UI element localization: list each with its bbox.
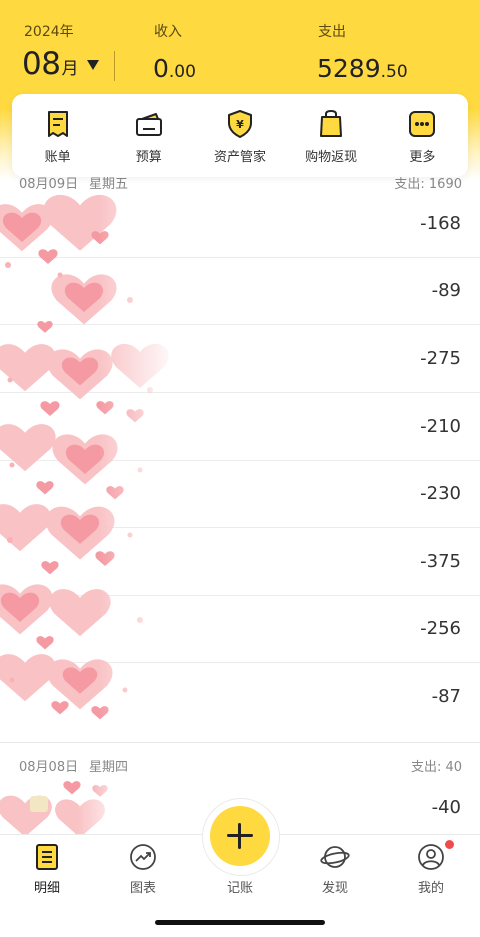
nav-label: 明细	[33, 881, 60, 896]
income-label: 收入	[154, 24, 182, 40]
bill-icon	[47, 111, 68, 137]
notification-badge	[445, 840, 454, 849]
caret-down-icon	[87, 60, 100, 70]
nav-discover[interactable]: 发现	[295, 843, 375, 896]
month-value: 08	[22, 46, 61, 82]
transaction-amount: -256	[420, 618, 461, 639]
transaction-amount: -210	[420, 416, 461, 437]
transaction-amount: -168	[420, 213, 461, 234]
quick-action-asset-manager[interactable]: ¥ 资产管家	[196, 94, 284, 165]
transaction-amount: -89	[431, 280, 461, 301]
detail-icon	[36, 844, 58, 870]
planet-icon	[320, 846, 350, 868]
header-divider	[114, 51, 115, 81]
transaction-amount: -40	[431, 797, 461, 818]
wallet-icon	[135, 113, 162, 136]
transaction-row[interactable]: -375	[0, 529, 480, 596]
month-selector[interactable]: 08 月	[22, 46, 100, 82]
add-record-button[interactable]	[210, 806, 270, 866]
transaction-amount: -375	[420, 551, 461, 572]
group-weekday: 星期四	[89, 760, 129, 775]
month-unit: 月	[61, 59, 79, 79]
quick-action-label: 购物返现	[305, 150, 358, 165]
transaction-row[interactable]: -87	[0, 664, 480, 731]
quick-action-label: 账单	[44, 150, 71, 165]
svg-text:¥: ¥	[236, 118, 244, 131]
quick-action-label: 资产管家	[213, 150, 266, 165]
transaction-amount: -230	[420, 483, 461, 504]
chart-icon	[130, 844, 156, 870]
group-date: 08月08日	[19, 760, 79, 775]
income-amount-integer: 0	[153, 54, 169, 83]
expense-amount: 5289 .50	[317, 54, 408, 83]
expense-amount-decimal: .50	[380, 62, 408, 82]
income-amount-decimal: .00	[168, 62, 196, 82]
year-label: 2024年	[24, 24, 74, 40]
nav-label: 发现	[321, 881, 348, 896]
transaction-row[interactable]: -275	[0, 326, 480, 393]
nav-chart[interactable]: 图表	[103, 843, 183, 896]
expense-label: 支出	[318, 24, 346, 40]
nav-detail[interactable]: 明细	[7, 843, 87, 896]
quick-action-more[interactable]: 更多	[378, 94, 466, 165]
profile-icon	[418, 844, 444, 870]
quick-action-cashback[interactable]: 购物返现	[287, 94, 375, 165]
expense-amount-integer: 5289	[317, 54, 381, 83]
transaction-row[interactable]: -89	[0, 258, 480, 325]
transaction-amount: -275	[420, 348, 461, 369]
nav-label: 图表	[129, 881, 156, 896]
group-total: 支出: 40	[410, 760, 462, 775]
more-icon	[409, 111, 436, 137]
transaction-row[interactable]: -168	[0, 191, 480, 258]
transaction-amount: -87	[431, 686, 461, 707]
quick-actions-card: 账单 预算 ¥ 资产管家 购物返现 更多	[12, 94, 468, 177]
income-amount: 0 .00	[153, 54, 196, 83]
quick-action-budget[interactable]: 预算	[105, 94, 193, 165]
home-indicator	[155, 920, 325, 925]
quick-action-bill[interactable]: 账单	[14, 94, 102, 165]
add-record-label: 记账	[226, 881, 253, 896]
quick-action-label: 更多	[409, 150, 436, 165]
transaction-row[interactable]: -210	[0, 394, 480, 461]
shopping-bag-icon	[320, 109, 343, 137]
nav-mine[interactable]: 我的	[391, 843, 471, 896]
asset-shield-icon: ¥	[227, 110, 252, 138]
quick-action-label: 预算	[135, 150, 162, 165]
nav-label: 我的	[417, 881, 444, 896]
transaction-row[interactable]: -230	[0, 461, 480, 528]
transaction-row[interactable]: -256	[0, 596, 480, 663]
